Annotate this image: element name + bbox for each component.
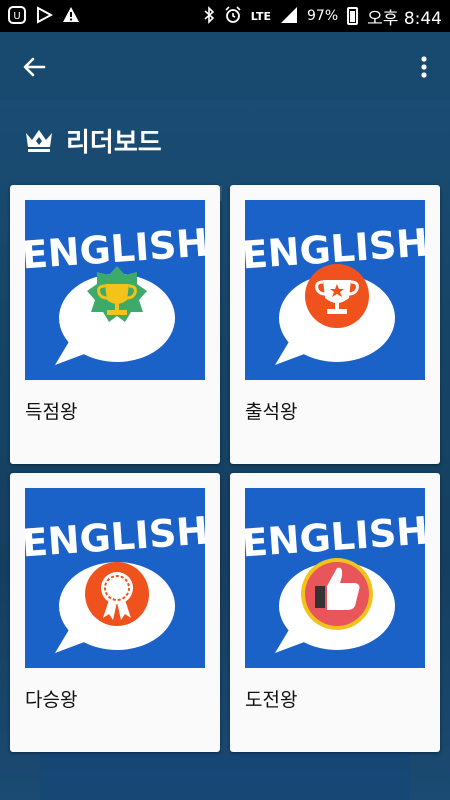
play-store-icon	[35, 5, 54, 27]
status-bar: U LTE 97% 오후 8:44	[0, 0, 450, 32]
card-label: 출석왕	[245, 401, 298, 423]
badge-image: ENGLISH	[245, 200, 425, 380]
app-bar	[0, 32, 450, 100]
u-plus-icon: U	[8, 5, 26, 27]
leaderboard-card-attendance[interactable]: ENGLISH 출석왕	[230, 185, 440, 464]
arrow-left-icon	[23, 57, 46, 77]
svg-text:U: U	[13, 11, 20, 22]
more-vert-icon	[421, 56, 427, 78]
card-label: 다승왕	[25, 689, 78, 711]
warning-icon	[62, 6, 80, 27]
crown-icon	[26, 130, 52, 152]
status-right: LTE 97% 오후 8:44	[203, 4, 442, 29]
battery-icon	[347, 7, 359, 25]
bluetooth-icon	[203, 5, 215, 27]
badge-image: ENGLISH	[25, 200, 205, 380]
star-trophy-icon	[305, 264, 369, 328]
leaderboard-card-wins[interactable]: ENGLISH 다승왕	[10, 473, 220, 752]
badge-image: ENGLISH	[245, 488, 425, 668]
thumbs-up-icon	[301, 558, 373, 630]
status-left: U	[8, 5, 80, 27]
background-banner	[40, 752, 410, 800]
battery-percent: 97%	[307, 8, 339, 24]
dialog-title: 리더보드	[66, 127, 162, 158]
dialog-header: 리더보드	[24, 118, 162, 162]
back-button[interactable]	[18, 50, 52, 84]
badge-image: ENGLISH	[25, 488, 205, 668]
card-label: 득점왕	[25, 401, 78, 423]
card-label: 도전왕	[245, 689, 298, 711]
overflow-menu-button[interactable]	[412, 50, 436, 84]
leaderboard-card-challenge[interactable]: ENGLISH 도전왕	[230, 473, 440, 752]
rosette-icon	[85, 562, 149, 626]
network-type: LTE	[250, 9, 272, 23]
clock: 오후 8:44	[367, 8, 442, 29]
alarm-icon	[224, 5, 242, 27]
leaderboard-card-scoring[interactable]: ENGLISH 득점왕	[10, 185, 220, 464]
signal-icon	[280, 6, 298, 27]
